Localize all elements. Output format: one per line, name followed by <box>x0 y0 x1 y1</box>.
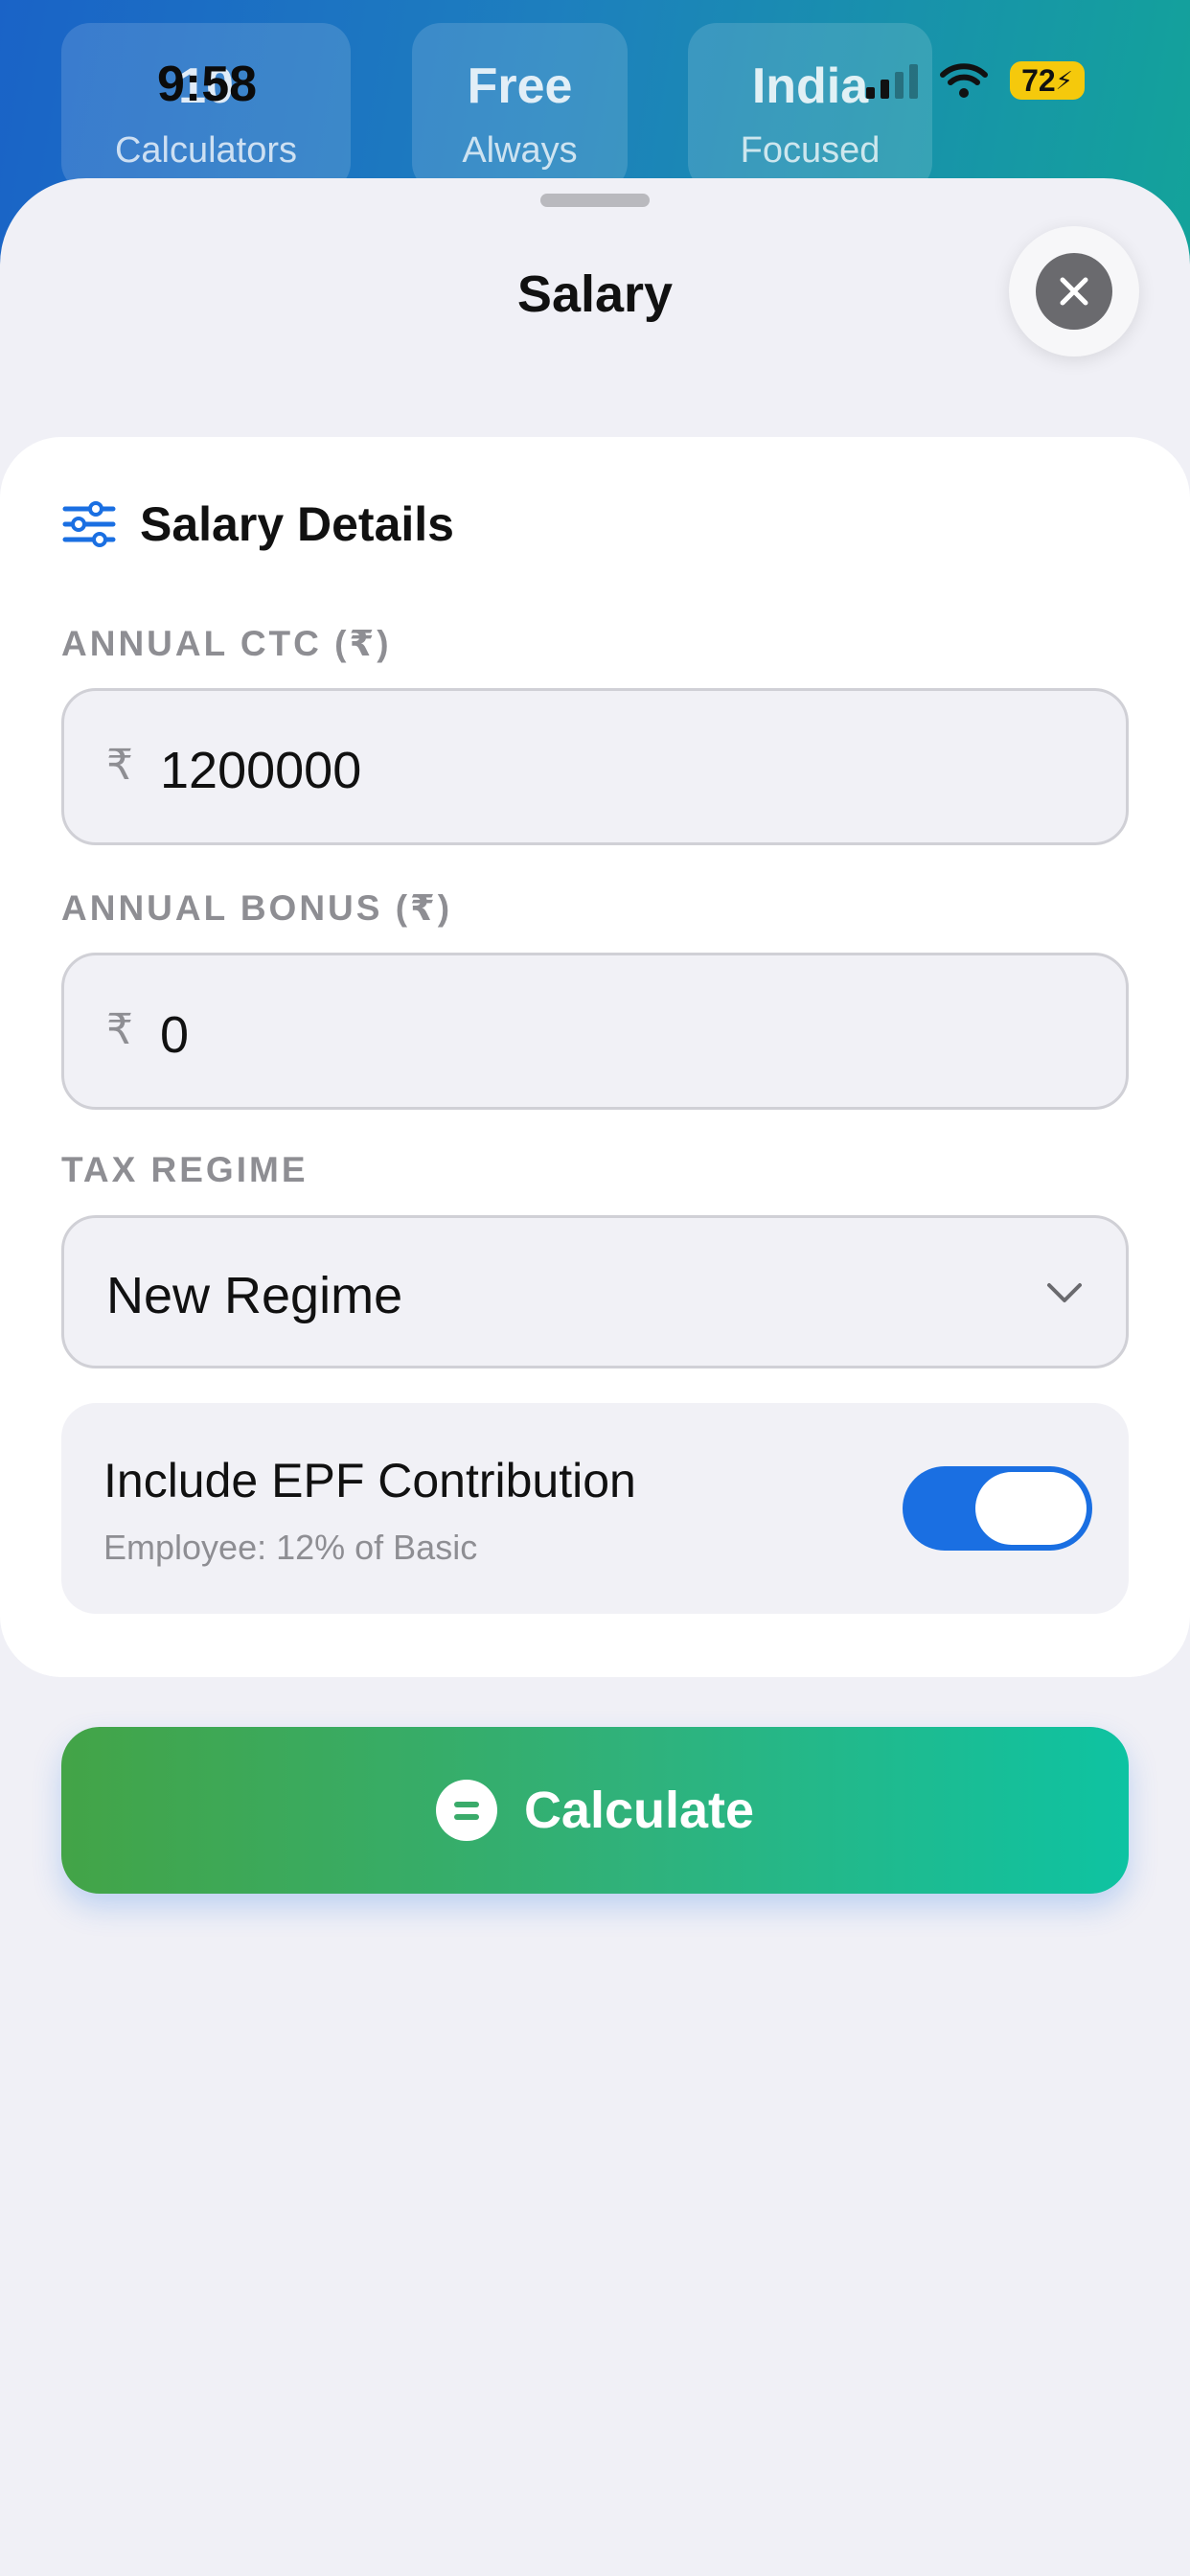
calculate-button[interactable]: Calculate <box>61 1727 1129 1894</box>
epf-toggle[interactable] <box>903 1466 1092 1551</box>
tax-regime-label: TAX REGIME <box>61 1150 309 1189</box>
section-title: Salary Details <box>140 497 454 551</box>
battery-level: 72 <box>1021 62 1056 98</box>
annual-ctc-value: 1200000 <box>160 742 362 799</box>
annual-ctc-input[interactable]: ₹ 1200000 <box>61 688 1129 845</box>
close-button[interactable] <box>1009 226 1139 356</box>
tax-regime-select[interactable]: New Regime <box>61 1215 1129 1368</box>
annual-bonus-input[interactable]: ₹ 0 <box>61 953 1129 1110</box>
calculate-label: Calculate <box>523 1782 755 1839</box>
rupee-icon: ₹ <box>106 742 133 789</box>
salary-sheet: Salary Salary Details ANNUAL CTC (₹) ₹ 1… <box>0 178 1190 2576</box>
cellular-signal-icon <box>866 62 918 99</box>
tax-regime-value: New Regime <box>106 1267 403 1324</box>
stat-label: Calculators <box>114 130 298 171</box>
stat-value: Free <box>467 58 573 114</box>
annual-bonus-label: ANNUAL BONUS (₹) <box>61 888 453 928</box>
epf-row: Include EPF Contribution Employee: 12% o… <box>61 1403 1129 1614</box>
wifi-icon <box>940 63 988 98</box>
close-icon <box>1036 253 1112 330</box>
stat-label: Focused <box>740 130 881 171</box>
annual-bonus-value: 0 <box>160 1006 190 1064</box>
rupee-icon: ₹ <box>106 1006 133 1053</box>
equals-icon <box>435 1780 497 1841</box>
card-header: Salary Details <box>61 496 454 552</box>
epf-title: Include EPF Contribution <box>103 1454 636 1507</box>
stat-card-free: Free Always <box>412 23 628 192</box>
status-indicators: 72 ⚡ <box>866 61 1085 100</box>
stat-card-india: India Focused <box>688 23 932 192</box>
status-time: 9:58 <box>157 57 258 112</box>
salary-details-card: Salary Details ANNUAL CTC (₹) ₹ 1200000 … <box>0 437 1190 1677</box>
sliders-icon <box>62 501 116 547</box>
annual-ctc-label: ANNUAL CTC (₹) <box>61 624 392 663</box>
sheet-grabber[interactable] <box>540 194 650 207</box>
battery-icon: 72 ⚡ <box>1010 61 1085 100</box>
stat-label: Always <box>462 130 578 171</box>
screen: 10 Calculators Free Always India Focused… <box>0 0 1190 2576</box>
toggle-knob <box>975 1472 1087 1545</box>
epf-subtitle: Employee: 12% of Basic <box>103 1528 478 1567</box>
chevron-down-icon <box>1047 1283 1082 1302</box>
